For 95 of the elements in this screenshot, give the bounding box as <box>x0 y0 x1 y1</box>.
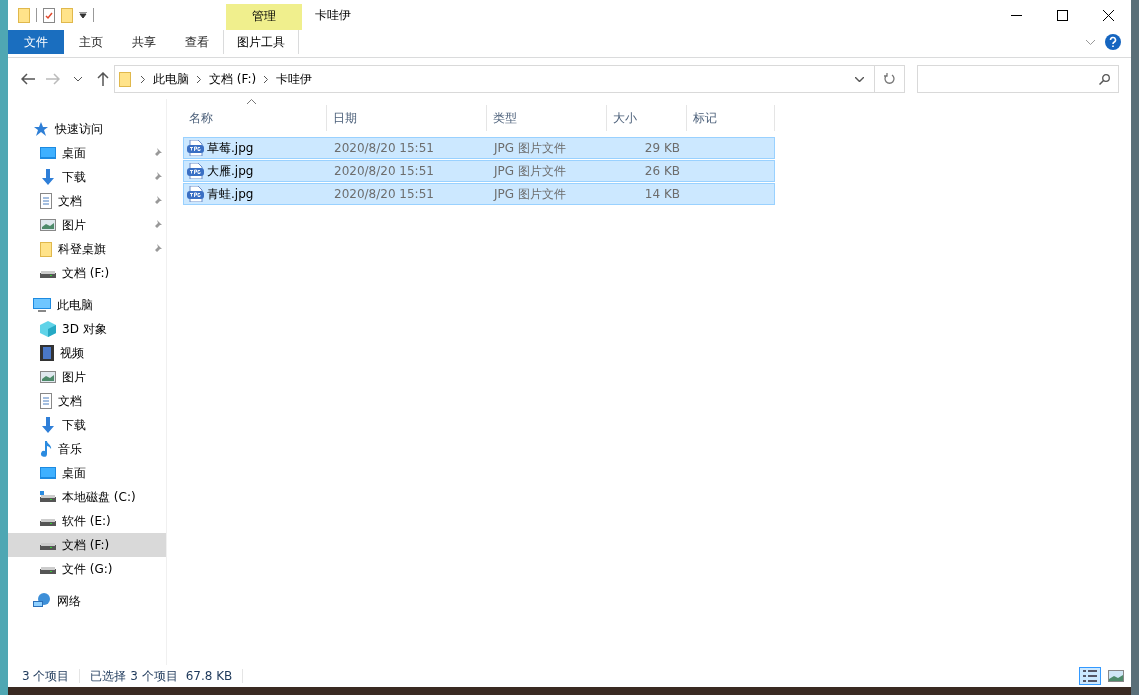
file-row[interactable]: 青蛙.jpg 2020/8/20 15:51 JPG 图片文件 14 KB <box>183 183 775 205</box>
column-header[interactable]: 类型 <box>487 105 607 131</box>
navigation-item[interactable]: 网络 <box>8 589 166 613</box>
navigation-item[interactable]: 图片 <box>8 213 166 237</box>
image-file-icon <box>187 163 204 179</box>
chevron-icon <box>141 75 145 83</box>
navigation-item[interactable]: 下载 <box>8 413 166 437</box>
breadcrumb[interactable]: 此电脑 <box>149 70 193 88</box>
column-header[interactable]: 标记 <box>687 105 775 131</box>
navigation-item[interactable]: 文档 <box>8 389 166 413</box>
up-arrow-icon <box>96 72 109 86</box>
file-row[interactable]: 草莓.jpg 2020/8/20 15:51 JPG 图片文件 29 KB <box>183 137 775 159</box>
file-name: 大雁.jpg <box>207 162 254 180</box>
ribbon-tab[interactable]: 文件 <box>8 30 64 54</box>
film-icon <box>40 345 54 361</box>
file-date: 2020/8/20 15:51 <box>333 141 435 155</box>
refresh-icon <box>884 73 895 85</box>
file-name: 青蛙.jpg <box>207 185 254 203</box>
dropdown-icon[interactable] <box>855 76 864 82</box>
folder-icon <box>40 241 52 257</box>
file-size: 29 KB <box>643 141 681 155</box>
star-icon <box>33 122 49 136</box>
selection-count: 已选择 3 个项目 <box>90 667 178 685</box>
properties-icon[interactable] <box>43 7 55 23</box>
ribbon-tab[interactable]: 主页 <box>64 30 117 54</box>
context-tab-group: 管理 <box>226 4 302 30</box>
navigation-item[interactable]: 快速访问 <box>8 117 166 141</box>
chevron-icon <box>197 75 201 83</box>
item-count: 3 个项目 <box>22 667 70 685</box>
navigation-item[interactable]: 软件 (E:) <box>8 509 166 533</box>
computer-icon <box>33 297 51 313</box>
file-date: 2020/8/20 15:51 <box>333 187 435 201</box>
file-type: JPG 图片文件 <box>492 139 567 157</box>
right-arrow-icon <box>45 73 60 85</box>
help-icon[interactable] <box>1105 34 1121 50</box>
navigation-item[interactable]: 此电脑 <box>8 293 166 317</box>
address-bar[interactable]: 此电脑 文档 (F:) 卡哇伊 <box>114 65 875 93</box>
ribbon-tab[interactable]: 共享 <box>117 30 170 54</box>
navigation-item[interactable]: 桌面 <box>8 141 166 165</box>
navigation-item[interactable]: 视频 <box>8 341 166 365</box>
navigation-item[interactable]: 文档 (F:) <box>8 261 166 285</box>
file-size: 14 KB <box>643 187 681 201</box>
column-header[interactable]: 名称 <box>183 105 327 131</box>
down-arrow-icon <box>40 169 56 185</box>
column-header[interactable]: 大小 <box>607 105 687 131</box>
music-note-icon <box>40 441 52 457</box>
cube-icon <box>40 321 56 337</box>
expand-ribbon-icon[interactable] <box>1086 39 1095 45</box>
document-icon <box>40 193 52 209</box>
selection-size: 67.8 KB <box>185 669 233 683</box>
left-arrow-icon <box>20 73 35 85</box>
monitor-icon <box>40 147 56 159</box>
caret-icon <box>73 76 82 82</box>
file-date: 2020/8/20 15:51 <box>333 164 435 178</box>
navigation-item[interactable]: 桌面 <box>8 461 166 485</box>
maximize-icon <box>1056 9 1068 21</box>
file-type: JPG 图片文件 <box>492 185 567 203</box>
folder-icon <box>119 71 131 87</box>
file-row[interactable]: 大雁.jpg 2020/8/20 15:51 JPG 图片文件 26 KB <box>183 160 775 182</box>
navigation-item[interactable]: 图片 <box>8 365 166 389</box>
chevron-icon <box>264 75 269 83</box>
search-field[interactable] <box>917 65 1119 93</box>
file-name: 草莓.jpg <box>207 139 254 157</box>
document-icon <box>40 393 52 409</box>
column-header[interactable]: 日期 <box>327 105 487 131</box>
drive-icon <box>40 491 56 503</box>
navigation-item[interactable]: 文档 (F:) <box>8 533 166 557</box>
picture-icon <box>40 219 56 231</box>
caret-icon[interactable] <box>79 12 87 18</box>
down-arrow-icon <box>40 417 56 433</box>
file-size: 26 KB <box>643 164 681 178</box>
navigation-item[interactable]: 文档 <box>8 189 166 213</box>
breadcrumb[interactable]: 卡哇伊 <box>272 70 317 88</box>
ribbon-tab[interactable]: 图片工具 <box>223 30 299 54</box>
close-icon <box>1102 9 1114 21</box>
ribbon-tab[interactable]: 查看 <box>170 30 223 54</box>
navigation-item[interactable]: 下载 <box>8 165 166 189</box>
refresh-button[interactable] <box>875 65 905 93</box>
navigation-item[interactable]: 本地磁盘 (C:) <box>8 485 166 509</box>
breadcrumb[interactable]: 文档 (F:) <box>205 70 261 88</box>
image-file-icon <box>187 140 204 156</box>
network-icon <box>33 593 51 609</box>
details-view-button[interactable] <box>1079 667 1101 685</box>
navigation-item[interactable]: 音乐 <box>8 437 166 461</box>
window-title: 卡哇伊 <box>315 6 351 24</box>
file-type: JPG 图片文件 <box>492 162 567 180</box>
search-icon <box>1099 73 1110 85</box>
navigation-item[interactable]: 科登桌旗 <box>8 237 166 261</box>
picture-icon <box>40 371 56 383</box>
navigation-item[interactable]: 3D 对象 <box>8 317 166 341</box>
image-file-icon <box>187 186 204 202</box>
monitor-icon <box>40 467 56 479</box>
navigation-item[interactable]: 文件 (G:) <box>8 557 166 581</box>
large-icons-view-button[interactable] <box>1105 667 1127 685</box>
minimize-icon <box>1010 14 1022 16</box>
